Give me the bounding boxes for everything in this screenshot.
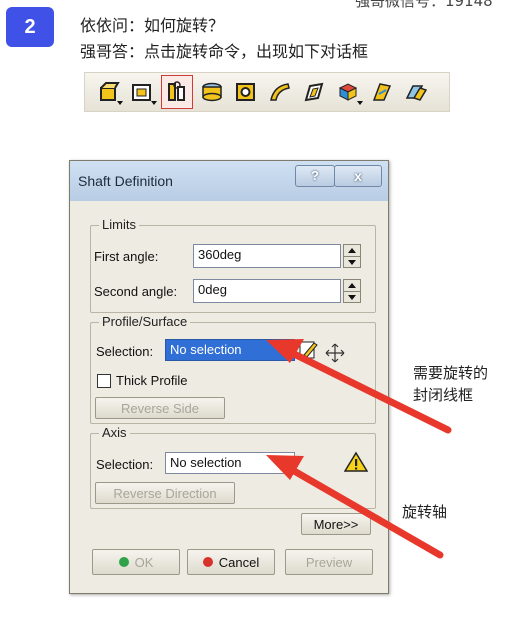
profile-note-line2: 封闭线框 bbox=[413, 386, 474, 404]
annotation-arrows bbox=[266, 339, 452, 559]
axis-note: 旋转轴 bbox=[402, 503, 448, 521]
profile-note-line1: 需要旋转的 bbox=[413, 364, 489, 382]
